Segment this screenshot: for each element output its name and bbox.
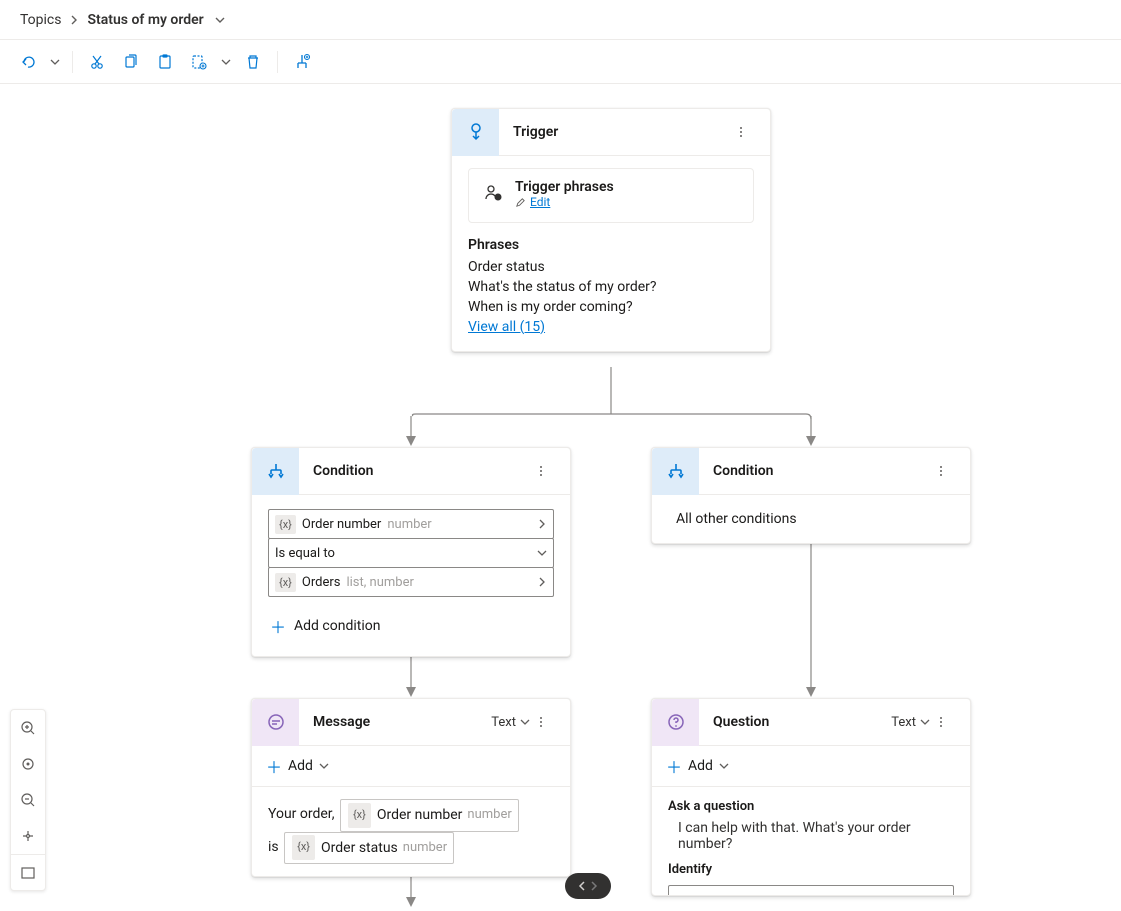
inline-variable[interactable]: {x} Order number number xyxy=(340,799,519,832)
trigger-node[interactable]: Trigger Trigger phrases Edit Phrases xyxy=(451,108,771,352)
phrases-label: Phrases xyxy=(468,237,754,253)
identify-label: Identify xyxy=(652,862,970,881)
more-icon[interactable] xyxy=(534,715,570,729)
chevron-left-icon[interactable] xyxy=(577,881,587,891)
add-label: Add xyxy=(688,758,713,774)
more-icon[interactable] xyxy=(934,464,970,478)
variable-name: Orders xyxy=(302,575,341,590)
cut-button[interactable] xyxy=(81,46,113,78)
branch-icon xyxy=(252,448,299,495)
message-node[interactable]: Message Text ＋ Add Your order, {x} Order… xyxy=(251,698,571,877)
view-all-link[interactable]: View all (15) xyxy=(468,319,754,335)
chevron-down-icon xyxy=(719,761,729,771)
separator xyxy=(72,51,73,73)
message-type-selector[interactable]: Text xyxy=(491,715,534,730)
chevron-right-icon xyxy=(537,519,547,529)
variable-icon: {x} xyxy=(292,835,315,860)
condition-left-variable[interactable]: {x} Order number number xyxy=(268,509,554,539)
toolbar xyxy=(0,40,1121,84)
message-icon xyxy=(252,699,299,746)
add-condition-button[interactable]: ＋ Add condition xyxy=(268,606,554,646)
breadcrumb-root[interactable]: Topics xyxy=(20,12,61,28)
branch-icon xyxy=(652,448,699,495)
identify-input[interactable] xyxy=(668,885,954,895)
trigger-icon xyxy=(452,109,499,156)
chevron-down-icon xyxy=(537,548,547,558)
condition-right-variable[interactable]: {x} Orders list, number xyxy=(268,567,554,597)
message-text[interactable]: Your order, {x} Order number number is {… xyxy=(252,787,570,876)
delete-button[interactable] xyxy=(237,46,269,78)
zoom-fit-button[interactable] xyxy=(11,746,45,782)
plus-icon: ＋ xyxy=(266,754,282,778)
question-icon xyxy=(652,699,699,746)
condition-node-right[interactable]: Condition All other conditions xyxy=(651,447,971,544)
condition-title: Condition xyxy=(699,463,934,479)
chevron-right-icon xyxy=(537,577,547,587)
paste-button[interactable] xyxy=(149,46,181,78)
more-icon[interactable] xyxy=(534,464,570,478)
trigger-phrases-box[interactable]: Trigger phrases Edit xyxy=(468,168,754,223)
chevron-down-icon[interactable] xyxy=(214,14,226,26)
variable-name: Order status xyxy=(321,835,398,862)
zoom-controls xyxy=(10,709,46,891)
more-icon[interactable] xyxy=(934,715,970,729)
variable-icon: {x} xyxy=(348,803,371,828)
variable-type: number xyxy=(387,517,431,532)
add-label: Add xyxy=(288,758,313,774)
person-chat-icon xyxy=(483,179,503,203)
question-add-button[interactable]: ＋ Add xyxy=(652,746,970,787)
message-title: Message xyxy=(299,714,491,730)
add-condition-label: Add condition xyxy=(294,618,380,634)
separator xyxy=(277,51,278,73)
condition-operator[interactable]: Is equal to xyxy=(268,538,554,568)
phrase-item: What's the status of my order? xyxy=(468,279,754,295)
ask-question-label: Ask a question xyxy=(652,787,970,816)
variable-name: Order number xyxy=(302,517,381,532)
phrase-list: Order status What's the status of my ord… xyxy=(468,259,754,315)
question-type-selector[interactable]: Text xyxy=(891,715,934,730)
plus-icon: ＋ xyxy=(270,614,286,638)
undo-dropdown[interactable] xyxy=(46,46,64,78)
variation-nav[interactable] xyxy=(565,873,611,899)
chevron-down-icon xyxy=(319,761,329,771)
condition-title: Condition xyxy=(299,463,534,479)
trigger-phrases-title: Trigger phrases xyxy=(515,179,614,195)
inline-variable[interactable]: {x} Order status number xyxy=(284,832,454,865)
condition-else-text: All other conditions xyxy=(652,495,970,543)
condition-node-left[interactable]: Condition {x} Order number number Is equ… xyxy=(251,447,571,657)
variable-name: Order number xyxy=(377,802,463,829)
breadcrumb: Topics Status of my order xyxy=(0,0,1121,40)
message-text-part: is xyxy=(268,838,279,854)
variable-icon: {x} xyxy=(275,573,296,592)
chevron-right-icon[interactable] xyxy=(589,881,599,891)
zoom-minimap-button[interactable] xyxy=(11,854,45,890)
zoom-out-button[interactable] xyxy=(11,782,45,818)
undo-button[interactable] xyxy=(12,46,44,78)
zoom-in-button[interactable] xyxy=(11,710,45,746)
paste-special-button[interactable] xyxy=(183,46,215,78)
variable-type: number xyxy=(403,836,447,861)
variable-type: list, number xyxy=(346,575,413,590)
chevron-right-icon xyxy=(69,15,79,25)
variable-type: number xyxy=(467,803,511,828)
phrase-item: When is my order coming? xyxy=(468,299,754,315)
plus-icon: ＋ xyxy=(666,754,682,778)
zoom-reset-button[interactable] xyxy=(11,818,45,854)
question-node[interactable]: Question Text ＋ Add Ask a question I can… xyxy=(651,698,971,896)
copy-button[interactable] xyxy=(115,46,147,78)
breadcrumb-current[interactable]: Status of my order xyxy=(87,12,203,28)
question-title: Question xyxy=(699,714,891,730)
operator-label: Is equal to xyxy=(275,546,335,561)
trigger-title: Trigger xyxy=(499,124,734,140)
canvas[interactable]: Trigger Trigger phrases Edit Phrases xyxy=(0,84,1121,911)
more-icon[interactable] xyxy=(734,125,770,139)
phrase-item: Order status xyxy=(468,259,754,275)
paste-dropdown[interactable] xyxy=(217,46,235,78)
question-text[interactable]: I can help with that. What's your order … xyxy=(652,816,970,862)
variable-icon: {x} xyxy=(275,515,296,534)
message-add-button[interactable]: ＋ Add xyxy=(252,746,570,787)
variables-button[interactable] xyxy=(286,46,318,78)
message-text-part: Your order, xyxy=(268,806,334,822)
edit-link[interactable]: Edit xyxy=(515,195,550,209)
